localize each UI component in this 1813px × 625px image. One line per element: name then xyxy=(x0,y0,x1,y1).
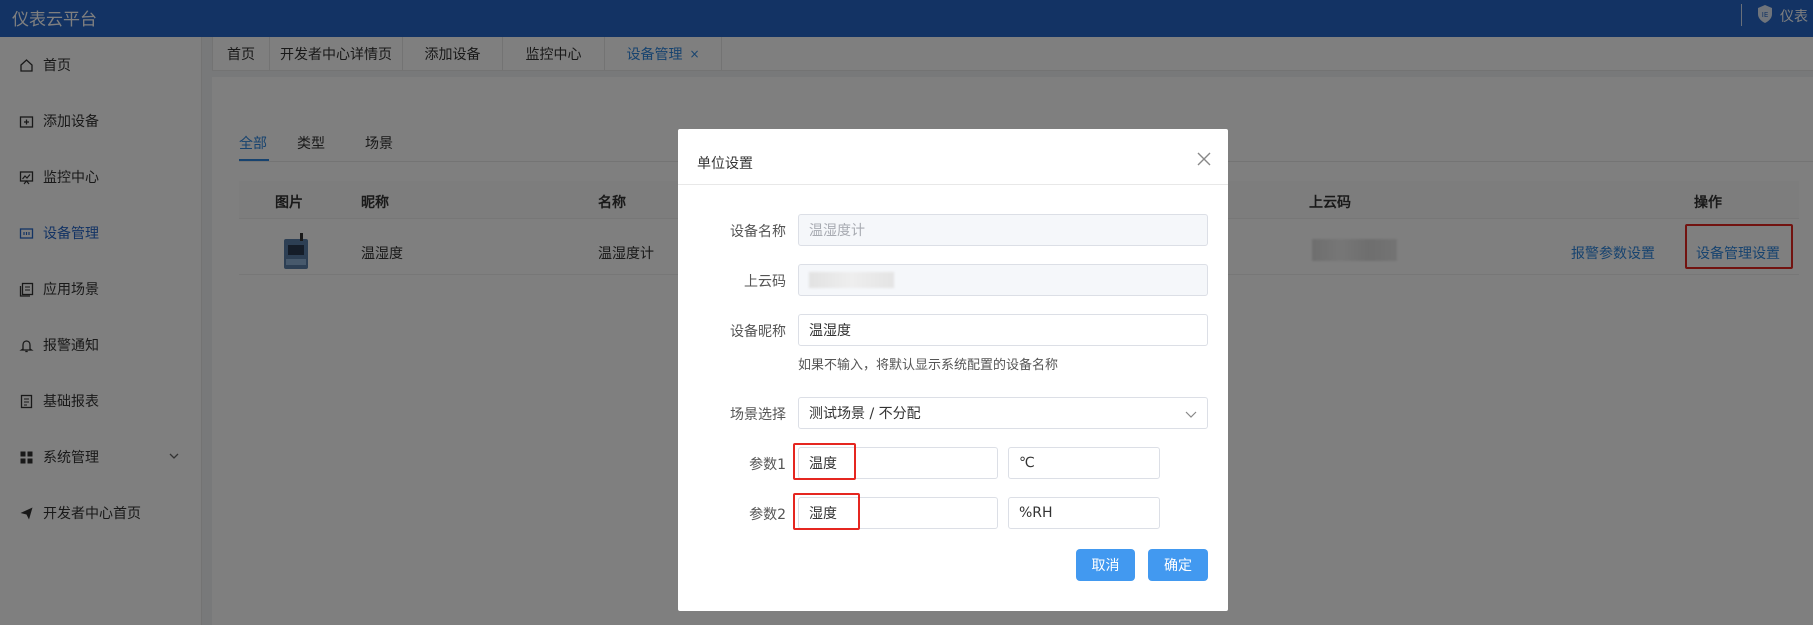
scene-select[interactable]: 测试场景 / 不分配 xyxy=(798,397,1208,429)
device-name-label: 设备名称 xyxy=(730,224,786,240)
scene-label: 场景选择 xyxy=(730,407,786,423)
dialog-title: 单位设置 xyxy=(697,156,753,172)
cloud-code-field[interactable] xyxy=(798,264,1208,296)
nickname-field[interactable]: 温湿度 xyxy=(798,314,1208,346)
highlight-box xyxy=(793,493,860,530)
highlight-box xyxy=(793,443,856,480)
close-icon[interactable] xyxy=(1196,151,1212,167)
nickname-hint: 如果不输入，将默认显示系统配置的设备名称 xyxy=(798,358,1059,373)
dialog-divider xyxy=(678,184,1228,185)
confirm-button[interactable]: 确定 xyxy=(1148,549,1208,581)
param2-unit-input[interactable]: %RH xyxy=(1008,497,1160,529)
nickname-label: 设备昵称 xyxy=(730,324,786,340)
param2-label: 参数2 xyxy=(749,507,786,523)
device-name-field[interactable]: 温湿度计 xyxy=(798,214,1208,246)
cloud-code-label: 上云码 xyxy=(744,274,786,290)
unit-settings-dialog: 单位设置 设备名称 温湿度计 上云码 设备昵称 温湿度 如果不输入，将默认显示系… xyxy=(678,129,1228,611)
param1-label: 参数1 xyxy=(749,457,786,473)
param1-unit-input[interactable]: ℃ xyxy=(1008,447,1160,479)
chevron-down-icon xyxy=(1185,411,1197,418)
scene-select-value: 测试场景 / 不分配 xyxy=(809,406,921,422)
cloud-code-blurred xyxy=(809,272,894,288)
cancel-button[interactable]: 取消 xyxy=(1076,549,1135,581)
